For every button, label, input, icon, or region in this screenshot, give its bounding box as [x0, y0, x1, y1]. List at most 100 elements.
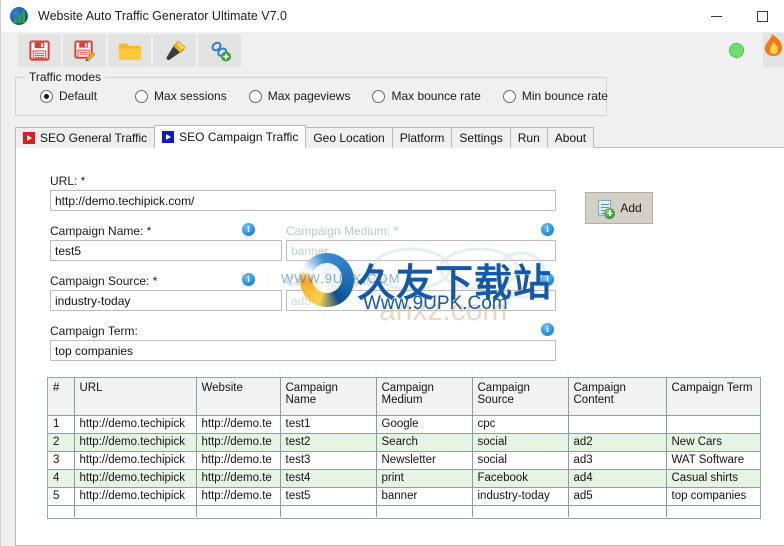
campaign-content-input[interactable] — [286, 290, 556, 311]
tab-geo-location-label: Geo Location — [313, 131, 385, 145]
table-row[interactable]: 4 http://demo.techipick http://demo.te t… — [48, 469, 760, 488]
table-new-row[interactable] — [48, 505, 760, 517]
status-indicator-dot — [729, 43, 744, 58]
column-header-campaign-medium[interactable]: Campaign Medium — [376, 378, 473, 416]
link-add-icon — [211, 41, 231, 61]
add-button[interactable]: Add — [585, 192, 653, 224]
cell-number: 4 — [48, 469, 75, 488]
table-row[interactable]: 3 http://demo.techipick http://demo.te t… — [48, 451, 760, 470]
campaign-medium-info-icon[interactable]: i — [541, 223, 554, 236]
cell-website — [196, 505, 281, 517]
traffic-modes-groupbox: Traffic modes Default Max sessions Max p… — [15, 70, 608, 116]
cell-campaign-name: test3 — [280, 451, 377, 470]
maximize-button[interactable] — [739, 0, 784, 32]
cell-campaign-term: Casual shirts — [666, 469, 760, 488]
folder-icon — [118, 43, 141, 60]
cell-campaign-term — [666, 505, 760, 517]
campaign-source-info-icon[interactable]: i — [242, 273, 255, 286]
tab-seo-general-traffic[interactable]: SEO General Traffic — [15, 127, 156, 148]
cell-campaign-content: ad4 — [568, 469, 667, 488]
campaign-name-input[interactable] — [50, 240, 282, 261]
tab-run[interactable]: Run — [509, 127, 548, 148]
campaign-content-info-icon[interactable]: i — [541, 273, 554, 286]
radio-default[interactable]: Default — [40, 89, 97, 103]
tools-button[interactable] — [153, 34, 196, 67]
tab-platform[interactable]: Platform — [391, 127, 453, 148]
tab-about[interactable]: About — [546, 127, 595, 148]
column-header-website[interactable]: Website — [196, 378, 281, 416]
cell-campaign-content: ad3 — [568, 451, 667, 470]
cell-campaign-source: Facebook — [472, 469, 569, 488]
play-icon — [162, 131, 175, 143]
cell-campaign-medium: Search — [376, 433, 473, 452]
window-title: Website Auto Traffic Generator Ultimate … — [38, 9, 287, 23]
tab-about-label: About — [554, 131, 587, 145]
cell-website: http://demo.te — [196, 451, 281, 470]
url-input[interactable] — [50, 190, 556, 211]
radio-max-bounce-rate[interactable]: Max bounce rate — [372, 89, 481, 103]
cell-campaign-source: social — [472, 433, 569, 452]
cell-campaign-term: WAT Software — [666, 451, 760, 470]
radio-min-bounce-rate[interactable]: Min bounce rate — [502, 89, 608, 103]
cell-campaign-name: test2 — [280, 433, 377, 452]
cell-campaign-source — [472, 505, 569, 517]
tab-geo-location[interactable]: Geo Location — [305, 127, 393, 148]
tab-settings[interactable]: Settings — [451, 127, 511, 148]
table-row[interactable]: 1 http://demo.techipick http://demo.te t… — [48, 415, 760, 434]
column-header-number[interactable]: # — [48, 378, 75, 416]
add-link-button[interactable] — [198, 34, 241, 67]
cell-campaign-medium: Newsletter — [376, 451, 473, 470]
cell-number: 3 — [48, 451, 75, 470]
column-header-campaign-content[interactable]: Campaign Content — [568, 378, 667, 416]
campaign-source-input[interactable] — [50, 290, 282, 311]
open-button[interactable] — [108, 34, 151, 67]
traffic-modes-radio-group: Default Max sessions Max pageviews Max b… — [16, 89, 608, 103]
campaign-term-input[interactable] — [50, 340, 556, 361]
cell-website: http://demo.te — [196, 415, 281, 434]
tray-app-icon[interactable] — [763, 33, 784, 67]
campaign-term-info-icon[interactable]: i — [541, 323, 554, 336]
window-controls — [693, 0, 784, 32]
cell-url — [74, 505, 197, 517]
cell-campaign-source: cpc — [472, 415, 569, 434]
cell-campaign-name: test5 — [280, 487, 377, 506]
radio-max-sessions[interactable]: Max sessions — [135, 89, 227, 103]
floppy-disk-icon — [29, 40, 50, 61]
campaign-data-grid[interactable]: # URL Website Campaign Name Campaign Med… — [47, 377, 761, 519]
radio-mark-icon — [40, 89, 53, 103]
column-header-campaign-name[interactable]: Campaign Name — [280, 378, 377, 416]
radio-max-pageviews[interactable]: Max pageviews — [248, 89, 350, 103]
campaign-name-info-icon[interactable]: i — [242, 223, 255, 236]
cell-url: http://demo.techipick — [74, 487, 197, 506]
column-header-campaign-term[interactable]: Campaign Term — [666, 378, 760, 416]
application-window: Website Auto Traffic Generator Ultimate … — [0, 0, 784, 546]
add-button-label: Add — [620, 201, 642, 215]
table-row[interactable]: 5 http://demo.techipick http://demo.te t… — [48, 487, 760, 506]
column-header-campaign-source[interactable]: Campaign Source — [472, 378, 569, 416]
radio-min-bounce-rate-label: Min bounce rate — [521, 89, 608, 103]
cell-campaign-content: ad2 — [568, 433, 667, 452]
cell-campaign-medium — [376, 505, 473, 517]
orange-flame-icon — [765, 34, 782, 56]
radio-max-sessions-label: Max sessions — [154, 89, 227, 103]
radio-mark-icon — [372, 89, 386, 103]
campaign-medium-label: Campaign Medium: * — [286, 224, 399, 238]
campaign-name-label: Campaign Name: * — [50, 224, 152, 238]
play-icon — [23, 132, 35, 144]
campaign-content-label: Campaign Content: — [286, 274, 390, 288]
campaign-medium-input[interactable] — [286, 240, 556, 261]
radio-mark-icon — [248, 89, 262, 103]
save-as-button[interactable] — [63, 34, 106, 67]
maximize-icon — [756, 10, 768, 22]
cell-campaign-name: test1 — [280, 415, 377, 434]
table-row[interactable]: 2 http://demo.techipick http://demo.te t… — [48, 433, 760, 452]
tab-seo-campaign-traffic[interactable]: SEO Campaign Traffic — [154, 125, 307, 148]
campaign-source-label: Campaign Source: * — [50, 274, 158, 288]
save-button[interactable] — [18, 34, 61, 67]
column-header-url[interactable]: URL — [74, 378, 197, 416]
minimize-button[interactable] — [693, 0, 739, 32]
cell-campaign-medium: banner — [376, 487, 473, 506]
tab-settings-label: Settings — [459, 131, 503, 145]
radio-mark-icon — [502, 89, 516, 103]
cell-website: http://demo.te — [196, 469, 281, 488]
